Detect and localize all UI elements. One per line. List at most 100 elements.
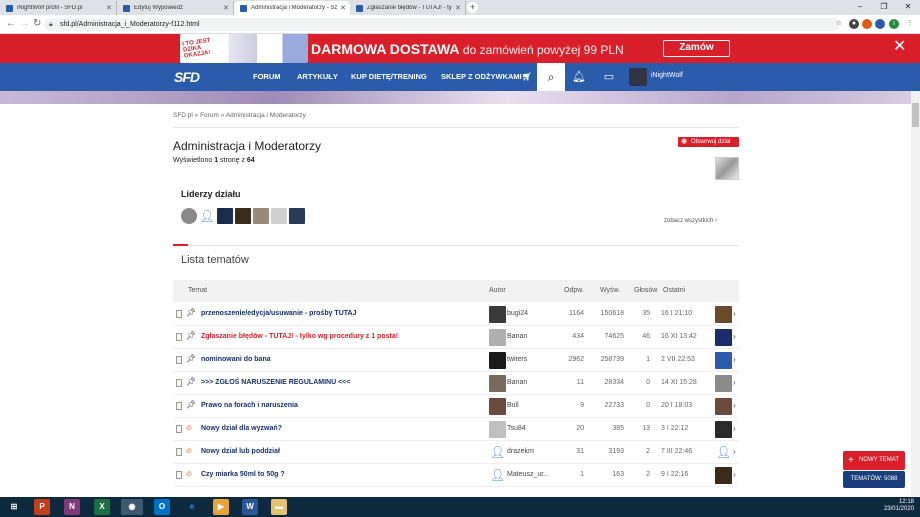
extension-icon[interactable]: [862, 19, 872, 29]
powerpoint-icon[interactable]: P: [34, 499, 50, 515]
last-post-time[interactable]: 3 I 22:12: [661, 425, 688, 432]
table-row[interactable]: 🔥︎ Nowy dział dla wyzwań? Tsu84 20 385 13 3 I …: [173, 418, 739, 441]
topic-title-link[interactable]: >>> ZGŁOŚ NARUSZENIE REGULAMINU <<<: [201, 379, 350, 386]
minimize-icon[interactable]: –: [848, 0, 872, 15]
chevron-right-icon[interactable]: ›: [733, 309, 736, 318]
header-author[interactable]: Autor: [489, 287, 506, 294]
author-avatar[interactable]: [489, 329, 506, 346]
start-icon[interactable]: ⊞: [6, 499, 22, 515]
chevron-right-icon[interactable]: ›: [733, 447, 736, 456]
leader-avatar[interactable]: [289, 208, 305, 224]
header-topic[interactable]: Temat: [188, 287, 207, 294]
extension-icon[interactable]: ●: [849, 19, 859, 29]
author-name[interactable]: Tsu84: [507, 425, 526, 432]
last-post-time[interactable]: 16 I 21:10: [661, 310, 692, 317]
close-tab-icon[interactable]: ✕: [340, 4, 346, 12]
last-poster-avatar[interactable]: [715, 306, 732, 323]
last-post-time[interactable]: 9 I 22:16: [661, 471, 688, 478]
onenote-icon[interactable]: N: [64, 499, 80, 515]
author-name[interactable]: drazekm: [507, 448, 534, 455]
table-row[interactable]: 🔥︎ Czy miarka 50ml to 50g ? 👤︎ Mateusz_ur..…: [173, 464, 739, 487]
leader-avatar[interactable]: [181, 208, 197, 224]
last-post-time[interactable]: 20 I 18:03: [661, 402, 692, 409]
header-replies[interactable]: Odpw.: [564, 287, 584, 294]
last-poster-avatar[interactable]: [715, 375, 732, 392]
author-name[interactable]: Banan: [507, 379, 527, 386]
chevron-right-icon[interactable]: ›: [733, 401, 736, 410]
browser-tab-edit[interactable]: Edytuj Wypowiedź ✕: [117, 1, 234, 15]
author-avatar[interactable]: [489, 375, 506, 392]
new-tab-button[interactable]: +: [467, 2, 478, 13]
author-name[interactable]: Mateusz_ur...: [507, 471, 549, 478]
url-input[interactable]: 🔒︎ sfd.pl/Administracja_i_Moderatorzy-f1…: [44, 18, 840, 31]
leader-avatar[interactable]: [235, 208, 251, 224]
word-icon[interactable]: W: [242, 499, 258, 515]
notifications-bell-icon[interactable]: 🔔︎: [565, 63, 641, 94]
edge-icon[interactable]: e: [184, 499, 200, 515]
chevron-right-icon[interactable]: ›: [733, 332, 736, 341]
last-post-time[interactable]: 7 III 22:46: [661, 448, 692, 455]
order-button[interactable]: Zamów: [663, 40, 730, 57]
file-explorer-icon[interactable]: ▬: [271, 499, 287, 515]
last-poster-avatar[interactable]: [715, 329, 732, 346]
browser-tab-bugs[interactable]: Zgłaszanie błędów - TUTAJ! - tylk... ✕: [350, 1, 466, 15]
search-icon[interactable]: ⌕: [537, 63, 565, 91]
last-poster-avatar[interactable]: [715, 398, 732, 415]
close-tab-icon[interactable]: ✕: [106, 4, 112, 12]
browser-tab-admin[interactable]: Administracja i Moderatorzy - Sz... ✕: [234, 1, 350, 15]
last-post-time[interactable]: 14 XI 15:28: [661, 379, 697, 386]
nav-link-diet[interactable]: KUP DIETĘ/TRENING: [351, 72, 427, 81]
chevron-right-icon[interactable]: ›: [733, 470, 736, 479]
breadcrumb[interactable]: SFD.pl » Forum » Administracja i Moderat…: [173, 112, 306, 119]
reload-icon[interactable]: ↻: [33, 18, 41, 30]
header-views[interactable]: Wyśw.: [600, 287, 620, 294]
table-row[interactable]: 🔥︎ Nowy dział lub poddział 👤︎ drazekm 31 3193…: [173, 441, 739, 464]
scrollbar[interactable]: [911, 91, 920, 496]
scrollbar-thumb[interactable]: [912, 103, 919, 127]
close-window-icon[interactable]: ✕: [896, 0, 920, 15]
close-icon[interactable]: ✕: [893, 38, 906, 56]
table-row[interactable]: 📌︎ >>> ZGŁOŚ NARUSZENIE REGULAMINU <<< Ban…: [173, 372, 739, 395]
nav-link-articles[interactable]: ARTYKUŁY: [297, 72, 338, 81]
last-poster-avatar[interactable]: [715, 352, 732, 369]
chrome-icon[interactable]: ◉: [121, 499, 143, 515]
last-poster-avatar[interactable]: [715, 467, 732, 484]
leader-avatar[interactable]: [271, 208, 287, 224]
last-post-time[interactable]: 2 VII 22:53: [661, 356, 695, 363]
table-row[interactable]: 📌︎ przenoszenie/edycja/usuwanie - prośby …: [173, 303, 739, 326]
topic-title-link[interactable]: Czy miarka 50ml to 50g ?: [201, 471, 285, 478]
author-name[interactable]: twiters: [507, 356, 527, 363]
header-votes[interactable]: Głosów: [634, 287, 657, 294]
leader-avatar[interactable]: 👤︎: [199, 208, 215, 224]
messages-icon[interactable]: ▭: [595, 63, 623, 91]
username-label[interactable]: iNightWolf: [651, 72, 683, 79]
table-row[interactable]: 📌︎ nominowani do bana twiters 2962 258739 1 2 …: [173, 349, 739, 372]
bookmark-star-icon[interactable]: ☆: [834, 19, 844, 29]
nav-link-forum[interactable]: FORUM: [253, 72, 281, 81]
media-icon[interactable]: ▶: [213, 499, 229, 515]
topic-title-link[interactable]: przenoszenie/edycja/usuwanie - prośby TU…: [201, 310, 356, 317]
excel-icon[interactable]: X: [94, 499, 110, 515]
system-clock[interactable]: 12:18 23/01/2020: [868, 499, 914, 513]
follow-section-button[interactable]: ◉ Obserwuj dział: [678, 137, 739, 147]
close-tab-icon[interactable]: ✕: [223, 4, 229, 12]
topic-title-link[interactable]: Prawo na forach i naruszenia: [201, 402, 298, 409]
extension-icon[interactable]: [875, 19, 885, 29]
last-post-time[interactable]: 16 XI 13:42: [661, 333, 697, 340]
author-avatar[interactable]: 👤︎: [489, 467, 506, 484]
author-avatar[interactable]: [489, 352, 506, 369]
close-tab-icon[interactable]: ✕: [455, 4, 461, 12]
last-poster-avatar[interactable]: 👤︎: [715, 444, 732, 461]
site-logo[interactable]: SFD: [174, 69, 200, 85]
author-name[interactable]: Bull: [507, 402, 519, 409]
chevron-right-icon[interactable]: ›: [733, 355, 736, 364]
author-avatar[interactable]: [489, 398, 506, 415]
author-avatar[interactable]: 👤︎: [489, 444, 506, 461]
author-name[interactable]: bugi24: [507, 310, 528, 317]
leader-avatar[interactable]: [253, 208, 269, 224]
table-row[interactable]: 📌︎ Prawo na forach i naruszenia Bull 9 22733…: [173, 395, 739, 418]
new-topic-button[interactable]: + NOWY TEMAT: [843, 451, 905, 470]
chevron-right-icon[interactable]: ›: [733, 378, 736, 387]
header-last[interactable]: Ostatni: [663, 287, 685, 294]
chevron-right-icon[interactable]: ›: [733, 424, 736, 433]
